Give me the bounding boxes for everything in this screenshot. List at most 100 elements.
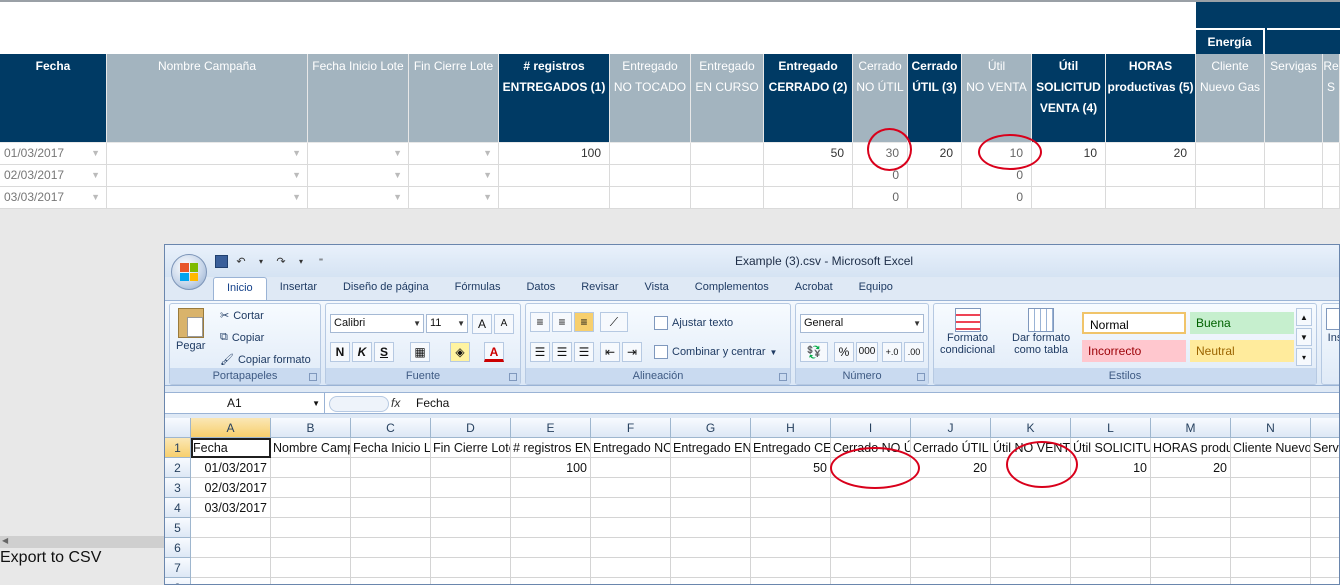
underline-button[interactable]: S [374, 342, 394, 362]
save-icon[interactable] [213, 253, 229, 269]
cell-G1[interactable]: Entregado EN CURSO [671, 438, 751, 458]
column-header-F[interactable]: F [591, 418, 671, 438]
tab-5[interactable]: Revisar [568, 277, 631, 300]
cell-D6[interactable] [431, 538, 511, 558]
dropdown-arrow-icon[interactable]: ▼ [292, 187, 301, 208]
cell-G5[interactable] [671, 518, 751, 538]
cell-O3[interactable] [1311, 478, 1339, 498]
cell-F8[interactable] [591, 578, 671, 584]
cell-H6[interactable] [751, 538, 831, 558]
cell-E8[interactable] [511, 578, 591, 584]
italic-button[interactable]: K [352, 342, 372, 362]
column-header-C[interactable]: C [351, 418, 431, 438]
export-to-csv-link[interactable]: Export to CSV [0, 549, 101, 567]
cell-O5[interactable] [1311, 518, 1339, 538]
align-left-icon[interactable]: ☰ [530, 342, 550, 362]
cell-L1[interactable]: Útil SOLICITUD [1071, 438, 1151, 458]
cell-H2[interactable]: 50 [751, 458, 831, 478]
cell-empty[interactable]: ▼ [308, 165, 409, 186]
cell-A3[interactable]: 02/03/2017 [191, 478, 271, 498]
cell-C3[interactable] [351, 478, 431, 498]
font-launcher-icon[interactable] [509, 373, 517, 381]
align-middle-icon[interactable]: ≡ [552, 312, 572, 332]
cell-B1[interactable]: Nombre Campaña [271, 438, 351, 458]
customize-toolbar-icon[interactable]: ⁼ [313, 253, 329, 269]
cell-M3[interactable] [1151, 478, 1231, 498]
increase-decimal-icon[interactable]: +.0 [882, 342, 902, 362]
cell-date[interactable]: 02/03/2017 ▼ [0, 165, 107, 186]
cell-B5[interactable] [271, 518, 351, 538]
font-name-select[interactable]: Calibri ▼ [330, 314, 424, 333]
column-header-E[interactable]: E [511, 418, 591, 438]
cell-B8[interactable] [271, 578, 351, 584]
shrink-font-button[interactable]: A [494, 314, 514, 334]
cell-G8[interactable] [671, 578, 751, 584]
align-center-icon[interactable]: ☰ [552, 342, 572, 362]
cell-C1[interactable]: Fecha Inicio Lote [351, 438, 431, 458]
cell-N8[interactable] [1231, 578, 1311, 584]
cell-F1[interactable]: Entregado NO TOCADO [591, 438, 671, 458]
cell-empty[interactable]: ▼ [409, 187, 499, 208]
decrease-decimal-icon[interactable]: .00 [904, 342, 924, 362]
row-header-5[interactable]: 5 [165, 518, 191, 538]
style-normal[interactable]: Normal [1082, 312, 1186, 334]
cell-E5[interactable] [511, 518, 591, 538]
cell-C7[interactable] [351, 558, 431, 578]
paste-button[interactable]: Pegar [176, 308, 205, 352]
column-header-N[interactable]: N [1231, 418, 1311, 438]
dropdown-arrow-icon[interactable]: ▼ [393, 165, 402, 186]
cell-L2[interactable]: 10 [1071, 458, 1151, 478]
formula-bar-expander[interactable] [329, 396, 389, 412]
cell-H8[interactable] [751, 578, 831, 584]
cell-M4[interactable] [1151, 498, 1231, 518]
cell-J2[interactable]: 20 [911, 458, 991, 478]
cell-E4[interactable] [511, 498, 591, 518]
decrease-indent-icon[interactable]: ⇤ [600, 342, 620, 362]
row-header-6[interactable]: 6 [165, 538, 191, 558]
dropdown-arrow-icon[interactable]: ▼ [292, 143, 301, 164]
cell-J5[interactable] [911, 518, 991, 538]
align-top-icon[interactable]: ≡ [530, 312, 550, 332]
dropdown-arrow-icon[interactable]: ▼ [292, 165, 301, 186]
cell-N7[interactable] [1231, 558, 1311, 578]
cell-O6[interactable] [1311, 538, 1339, 558]
cell-G7[interactable] [671, 558, 751, 578]
tab-1[interactable]: Insertar [267, 277, 330, 300]
dropdown-arrow-icon[interactable]: ▼ [483, 187, 492, 208]
tab-2[interactable]: Diseño de página [330, 277, 442, 300]
font-color-icon[interactable]: A [484, 342, 504, 362]
dropdown-arrow-icon[interactable]: ▼ [91, 187, 100, 208]
grow-font-button[interactable]: A [472, 314, 492, 334]
cell-J3[interactable] [911, 478, 991, 498]
cell-O1[interactable]: Servigas [1311, 438, 1339, 458]
styles-scroll-up-icon[interactable]: ▲ [1296, 308, 1312, 326]
insert-function-icon[interactable]: fx [391, 393, 400, 414]
cell-K1[interactable]: Útil NO VENTA [991, 438, 1071, 458]
cell-date[interactable]: 01/03/2017 ▼ [0, 143, 107, 164]
redo-dropdown-icon[interactable]: ▾ [293, 253, 309, 269]
alignment-launcher-icon[interactable] [779, 373, 787, 381]
cell-M1[interactable]: HORAS productivas [1151, 438, 1231, 458]
dropdown-arrow-icon[interactable]: ▼ [91, 143, 100, 164]
name-box[interactable]: A1 ▼ [165, 393, 325, 414]
cell-I3[interactable] [831, 478, 911, 498]
cell-J4[interactable] [911, 498, 991, 518]
cell-O4[interactable] [1311, 498, 1339, 518]
row-header-1[interactable]: 1 [165, 438, 191, 458]
undo-icon[interactable]: ↶ [233, 253, 249, 269]
cell-C8[interactable] [351, 578, 431, 584]
cut-button[interactable]: ✂ Cortar [220, 309, 264, 323]
column-header-G[interactable]: G [671, 418, 751, 438]
cell-K4[interactable] [991, 498, 1071, 518]
cell-C4[interactable] [351, 498, 431, 518]
row-header-2[interactable]: 2 [165, 458, 191, 478]
cell-E7[interactable] [511, 558, 591, 578]
cell-K2[interactable] [991, 458, 1071, 478]
row-header-8[interactable]: 8 [165, 578, 191, 584]
cell-empty[interactable]: ▼ [107, 165, 308, 186]
cell-H5[interactable] [751, 518, 831, 538]
conditional-format-button[interactable]: Formato condicional [940, 308, 995, 356]
cell-empty[interactable]: ▼ [308, 187, 409, 208]
cell-K8[interactable] [991, 578, 1071, 584]
cell-H7[interactable] [751, 558, 831, 578]
